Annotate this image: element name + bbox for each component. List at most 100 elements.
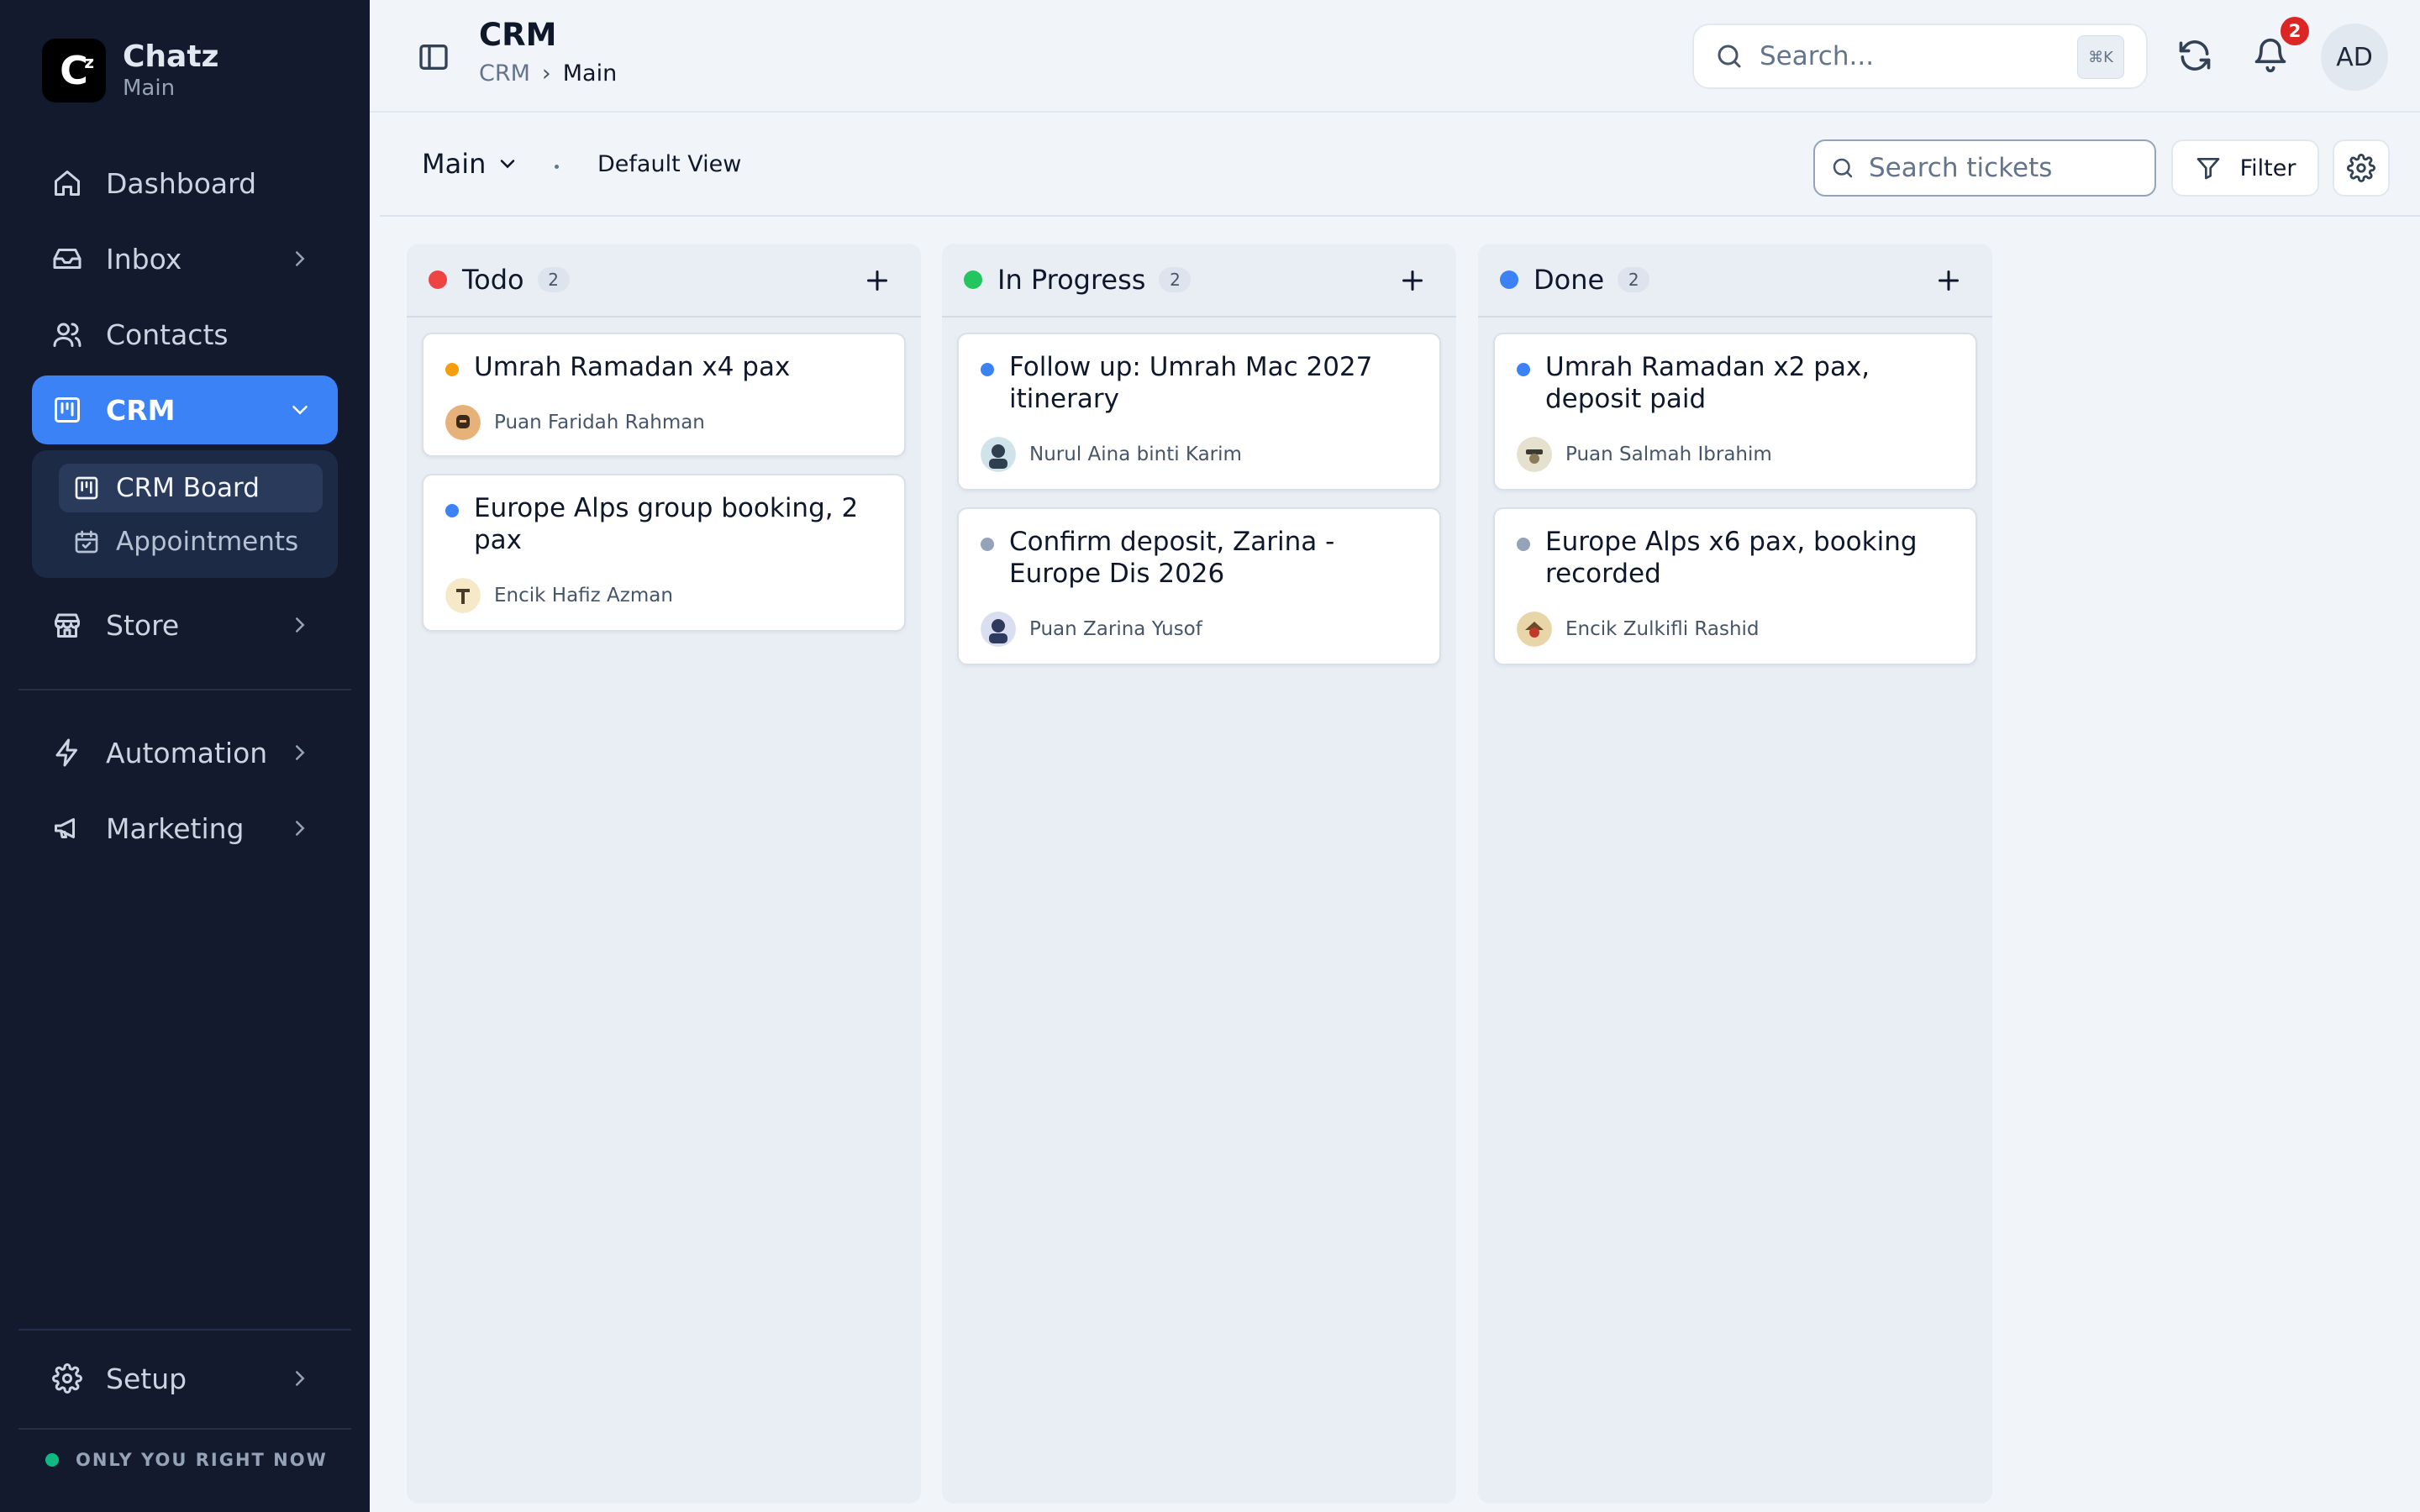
- sidebar-item-contacts[interactable]: Contacts: [32, 300, 338, 369]
- notification-badge: 2: [2281, 17, 2309, 45]
- filter-label: Filter: [2239, 155, 2296, 181]
- chevron-down-icon: [501, 160, 515, 169]
- ticket-search-input[interactable]: Search tickets: [1813, 139, 2156, 197]
- sidebar-divider: [18, 689, 351, 690]
- filter-button[interactable]: Filter: [2171, 139, 2319, 197]
- sidebar-divider: [18, 1329, 351, 1331]
- sidebar-item-label: Store: [106, 608, 180, 642]
- crm-submenu: CRM Board Appointments: [32, 450, 338, 578]
- sub-item-label: Appointments: [116, 527, 299, 557]
- home-icon: [50, 166, 84, 200]
- ticket-title: Europe Alps group booking, 2 pax: [474, 493, 859, 555]
- chevron-right-icon: [296, 745, 305, 760]
- status-dot: [1500, 270, 1518, 289]
- top-header: CRM CRM › Main Search... ⌘K 2 AD: [370, 0, 2420, 113]
- breadcrumb: CRM › Main: [479, 60, 617, 87]
- brand-name: Chatz: [123, 39, 219, 74]
- ticket-card[interactable]: Europe Alps group booking, 2 pax Encik H…: [422, 474, 906, 632]
- global-search-input[interactable]: Search... ⌘K: [1692, 24, 2148, 89]
- sidebar-item-dashboard[interactable]: Dashboard: [32, 149, 338, 218]
- contact-avatar: [1517, 612, 1552, 647]
- megaphone-icon: [50, 811, 84, 845]
- sidebar-item-store[interactable]: Store: [32, 591, 338, 659]
- add-card-icon[interactable]: [1397, 265, 1428, 296]
- priority-dot: [981, 363, 994, 376]
- ticket-title: Europe Alps x6 pax, booking recorded: [1545, 527, 1918, 589]
- page-title: CRM: [479, 17, 557, 53]
- add-card-icon[interactable]: [1933, 265, 1964, 296]
- bell-icon[interactable]: [2252, 37, 2289, 74]
- sidebar-item-label: Setup: [106, 1362, 187, 1395]
- ticket-card[interactable]: Europe Alps x6 pax, booking recorded Enc…: [1493, 507, 1977, 665]
- contact-avatar: [445, 405, 481, 440]
- ticket-contact: Encik Hafiz Azman: [445, 578, 673, 613]
- sidebar-item-appointments[interactable]: Appointments: [59, 517, 323, 566]
- user-avatar[interactable]: AD: [2321, 24, 2388, 91]
- store-icon: [50, 608, 84, 642]
- column-count: 2: [1618, 267, 1650, 292]
- contact-name: Puan Faridah Rahman: [494, 412, 705, 433]
- sidebar-item-crm-board[interactable]: CRM Board: [59, 464, 323, 512]
- ticket-card[interactable]: Umrah Ramadan x4 pax Puan Faridah Rahman: [422, 333, 906, 457]
- gear-icon: [50, 1362, 84, 1395]
- status-dot: [429, 270, 447, 289]
- brand[interactable]: Cz Chatz Main: [42, 39, 219, 102]
- chevron-right-icon: [296, 617, 305, 633]
- kanban-icon: [72, 474, 101, 502]
- shortcut-hint: ⌘K: [2077, 35, 2124, 79]
- ticket-card[interactable]: Umrah Ramadan x2 pax, deposit paid Puan …: [1493, 333, 1977, 491]
- ticket-contact: Encik Zulkifli Rashid: [1517, 612, 1760, 647]
- sidebar-item-crm[interactable]: CRM: [32, 375, 338, 444]
- contact-name: Puan Zarina Yusof: [1029, 618, 1202, 640]
- column-done: Done 2 Umrah Ramadan x2 pax, deposit pai…: [1478, 244, 1992, 1504]
- ticket-card[interactable]: Confirm deposit, Zarina - Europe Dis 202…: [957, 507, 1441, 665]
- column-header: In Progress 2: [942, 244, 1456, 318]
- ticket-search-placeholder: Search tickets: [1869, 153, 2053, 183]
- priority-dot: [981, 538, 994, 551]
- contact-avatar: [445, 578, 481, 613]
- ticket-contact: Puan Salmah Ibrahim: [1517, 437, 1772, 472]
- contact-name: Encik Zulkifli Rashid: [1565, 618, 1760, 640]
- breadcrumb-crm[interactable]: CRM: [479, 60, 530, 87]
- priority-dot: [1517, 363, 1530, 376]
- sidebar-item-inbox[interactable]: Inbox: [32, 224, 338, 293]
- view-select[interactable]: Default View: [597, 151, 741, 177]
- priority-dot: [1517, 538, 1530, 551]
- contact-name: Nurul Aina binti Karim: [1029, 444, 1242, 465]
- workspace-name: Main: [123, 76, 176, 101]
- sidebar-item-label: Automation: [106, 736, 268, 769]
- board-settings-button[interactable]: [2333, 139, 2390, 197]
- priority-dot: [445, 504, 459, 517]
- refresh-icon[interactable]: [2176, 37, 2213, 74]
- sidebar-divider: [18, 1428, 351, 1430]
- sidebar-item-marketing[interactable]: Marketing: [32, 794, 338, 863]
- search-icon: [1833, 158, 1853, 178]
- add-card-icon[interactable]: [862, 265, 892, 296]
- search-placeholder: Search...: [1760, 41, 1875, 71]
- status-dot: [964, 270, 982, 289]
- sidebar-item-setup[interactable]: Setup: [32, 1344, 338, 1413]
- column-title: Todo: [462, 264, 524, 296]
- sidebar-item-automation[interactable]: Automation: [32, 718, 338, 787]
- calendar-icon: [72, 528, 101, 556]
- column-count: 2: [537, 267, 570, 292]
- presence-status: ONLY YOU RIGHT NOW: [45, 1450, 328, 1470]
- filter-icon: [2196, 158, 2219, 180]
- column-title: Done: [1534, 264, 1605, 296]
- column-title: In Progress: [997, 264, 1146, 296]
- pipeline-select[interactable]: Main: [422, 148, 519, 180]
- gear-icon: [2347, 154, 2375, 182]
- ticket-title: Umrah Ramadan x2 pax, deposit paid: [1545, 352, 1870, 414]
- inbox-icon: [50, 242, 84, 276]
- sidebar-item-label: Marketing: [106, 811, 245, 845]
- sidebar-toggle-icon[interactable]: [417, 40, 450, 74]
- presence-text: ONLY YOU RIGHT NOW: [76, 1450, 328, 1470]
- sidebar-item-label: CRM: [106, 393, 176, 427]
- column-in-progress: In Progress 2 Follow up: Umrah Mac 2027 …: [942, 244, 1456, 1504]
- ticket-card[interactable]: Follow up: Umrah Mac 2027 itinerary Nuru…: [957, 333, 1441, 491]
- sub-item-label: CRM Board: [116, 473, 260, 503]
- contact-avatar: [981, 437, 1016, 472]
- priority-dot: [445, 363, 459, 376]
- chevron-right-icon: [296, 1371, 305, 1386]
- sidebar: Cz Chatz Main Dashboard Inbox Contacts C…: [0, 0, 370, 1512]
